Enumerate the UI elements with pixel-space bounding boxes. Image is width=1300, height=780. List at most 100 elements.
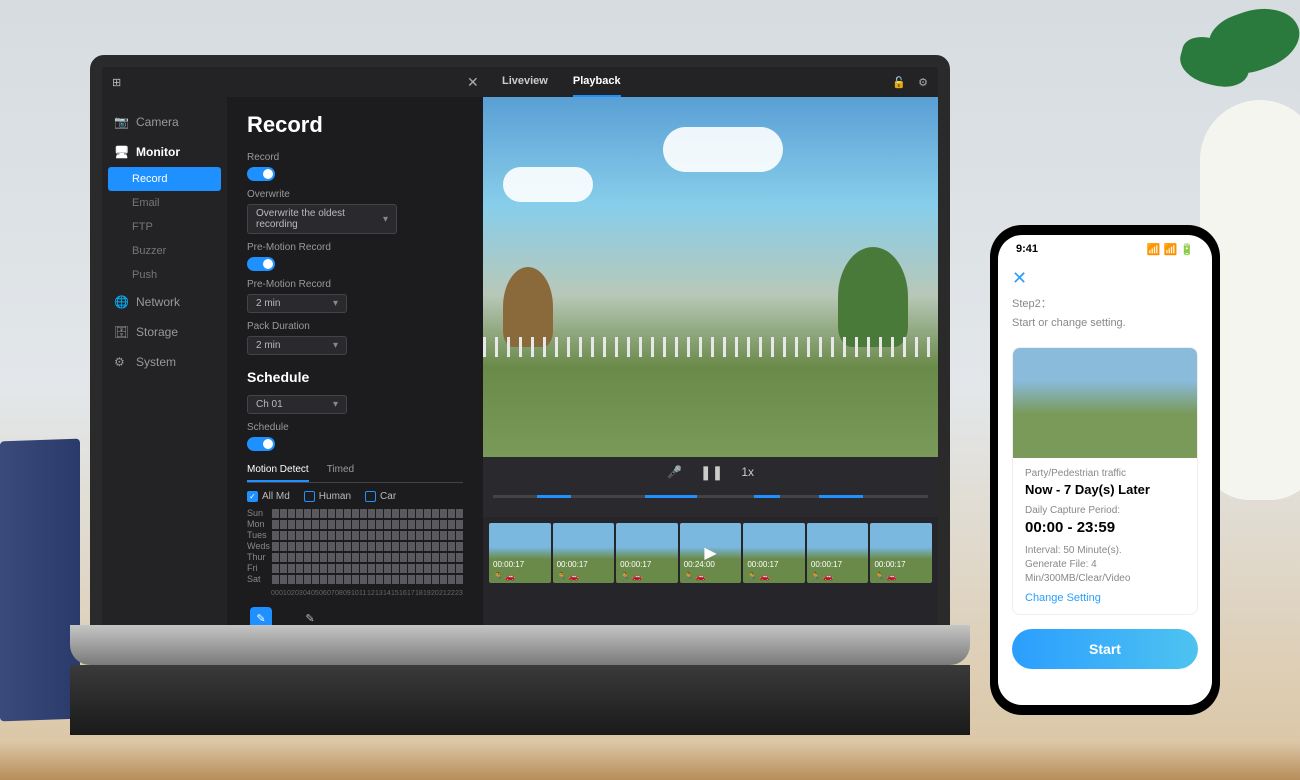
schedule-cell[interactable]	[400, 520, 407, 529]
schedule-cell[interactable]	[320, 520, 327, 529]
schedule-cell[interactable]	[272, 520, 279, 529]
tab-playback[interactable]: Playback	[573, 67, 621, 97]
schedule-cell[interactable]	[344, 542, 351, 551]
schedule-cell[interactable]	[320, 542, 327, 551]
schedule-cell[interactable]	[456, 509, 463, 518]
schedule-cell[interactable]	[352, 509, 359, 518]
schedule-cell[interactable]	[296, 564, 303, 573]
schedule-cell[interactable]	[384, 509, 391, 518]
phone-close-icon[interactable]: ✕	[1012, 268, 1198, 289]
schedule-cell[interactable]	[448, 509, 455, 518]
video-viewport[interactable]	[483, 97, 938, 457]
clip-thumbnail[interactable]: 00:00:17🏃 🚗	[616, 523, 678, 583]
schedule-cell[interactable]	[392, 542, 399, 551]
schedule-cell[interactable]	[376, 509, 383, 518]
schedule-cell[interactable]	[312, 575, 319, 584]
schedule-cell[interactable]	[448, 553, 455, 562]
schedule-cell[interactable]	[328, 553, 335, 562]
schedule-cell[interactable]	[416, 553, 423, 562]
schedule-cell[interactable]	[328, 509, 335, 518]
schedule-cell[interactable]	[408, 531, 415, 540]
schedule-cell[interactable]	[368, 531, 375, 540]
schedule-cell[interactable]	[280, 531, 287, 540]
schedule-cell[interactable]	[328, 531, 335, 540]
schedule-cell[interactable]	[328, 542, 335, 551]
schedule-cell[interactable]	[304, 520, 311, 529]
schedule-cell[interactable]	[360, 553, 367, 562]
schedule-cell[interactable]	[272, 542, 279, 551]
schedule-cell[interactable]	[344, 520, 351, 529]
schedule-cell[interactable]	[440, 542, 447, 551]
schedule-cell[interactable]	[392, 520, 399, 529]
schedule-cell[interactable]	[448, 542, 455, 551]
schedule-cell[interactable]	[336, 553, 343, 562]
sidebar-item-monitor[interactable]: 🖥Monitor	[102, 137, 227, 167]
sidebar-sub-record[interactable]: Record	[108, 167, 221, 191]
schedule-cell[interactable]	[272, 509, 279, 518]
schedule-cell[interactable]	[368, 542, 375, 551]
schedule-cell[interactable]	[448, 520, 455, 529]
schedule-cell[interactable]	[416, 520, 423, 529]
sidebar-sub-email[interactable]: Email	[102, 191, 227, 215]
schedule-cell[interactable]	[280, 553, 287, 562]
schedule-cell[interactable]	[384, 520, 391, 529]
schedule-cell[interactable]	[424, 564, 431, 573]
schedule-cell[interactable]	[448, 575, 455, 584]
schedule-cell[interactable]	[440, 531, 447, 540]
schedule-cell[interactable]	[384, 575, 391, 584]
schedule-cell[interactable]	[424, 531, 431, 540]
schedule-cell[interactable]	[384, 564, 391, 573]
schedule-cell[interactable]	[344, 575, 351, 584]
schedule-cell[interactable]	[408, 520, 415, 529]
schedule-cell[interactable]	[296, 553, 303, 562]
schedule-cell[interactable]	[376, 520, 383, 529]
tab-timed[interactable]: Timed	[327, 459, 354, 482]
timeline[interactable]	[483, 487, 938, 517]
schedule-cell[interactable]	[432, 520, 439, 529]
schedule-cell[interactable]	[424, 509, 431, 518]
schedule-cell[interactable]	[368, 564, 375, 573]
schedule-cell[interactable]	[288, 564, 295, 573]
schedule-cell[interactable]	[312, 509, 319, 518]
speed-indicator[interactable]: 1x	[741, 465, 754, 479]
schedule-cell[interactable]	[352, 531, 359, 540]
sidebar-sub-ftp[interactable]: FTP	[102, 215, 227, 239]
schedule-cell[interactable]	[376, 531, 383, 540]
schedule-cell[interactable]	[416, 531, 423, 540]
schedule-cell[interactable]	[296, 531, 303, 540]
schedule-cell[interactable]	[440, 509, 447, 518]
schedule-cell[interactable]	[280, 509, 287, 518]
tab-motion-detect[interactable]: Motion Detect	[247, 459, 309, 482]
schedule-cell[interactable]	[352, 553, 359, 562]
schedule-cell[interactable]	[336, 531, 343, 540]
schedule-cell[interactable]	[336, 575, 343, 584]
schedule-cell[interactable]	[432, 542, 439, 551]
schedule-cell[interactable]	[360, 520, 367, 529]
schedule-cell[interactable]	[376, 542, 383, 551]
schedule-cell[interactable]	[432, 575, 439, 584]
overwrite-select[interactable]: Overwrite the oldest recording	[247, 204, 397, 234]
schedule-grid[interactable]: SunMonTuesWedsThurFriSat	[247, 508, 463, 584]
schedule-cell[interactable]	[392, 575, 399, 584]
schedule-cell[interactable]	[416, 509, 423, 518]
schedule-cell[interactable]	[392, 531, 399, 540]
schedule-cell[interactable]	[456, 575, 463, 584]
schedule-cell[interactable]	[304, 575, 311, 584]
schedule-cell[interactable]	[368, 575, 375, 584]
schedule-cell[interactable]	[360, 509, 367, 518]
schedule-cell[interactable]	[336, 520, 343, 529]
schedule-cell[interactable]	[288, 553, 295, 562]
schedule-cell[interactable]	[304, 531, 311, 540]
mic-icon[interactable]: 🎤	[667, 465, 682, 479]
schedule-cell[interactable]	[312, 520, 319, 529]
sidebar-sub-buzzer[interactable]: Buzzer	[102, 239, 227, 263]
schedule-cell[interactable]	[296, 575, 303, 584]
schedule-cell[interactable]	[272, 564, 279, 573]
schedule-cell[interactable]	[384, 531, 391, 540]
schedule-cell[interactable]	[312, 531, 319, 540]
schedule-cell[interactable]	[432, 564, 439, 573]
pause-button[interactable]: ❚❚	[700, 464, 723, 481]
schedule-cell[interactable]	[336, 509, 343, 518]
schedule-cell[interactable]	[408, 564, 415, 573]
schedule-cell[interactable]	[400, 531, 407, 540]
